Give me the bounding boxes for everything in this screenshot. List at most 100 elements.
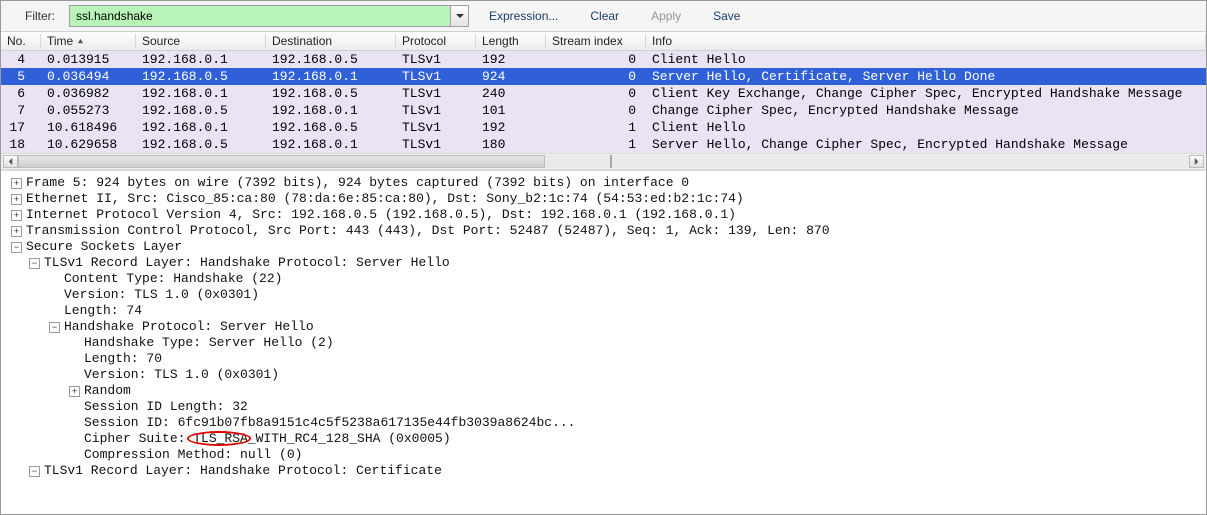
packet-cell: 924: [476, 69, 546, 84]
packet-cell: TLSv1: [396, 120, 476, 135]
tree-row[interactable]: + Random: [7, 383, 1200, 399]
tree-row[interactable]: −Secure Sockets Layer: [7, 239, 1200, 255]
packet-cell: TLSv1: [396, 86, 476, 101]
tree-row[interactable]: + Ethernet II, Src: Cisco_85:ca:80 (78:da…: [7, 191, 1200, 207]
packet-cell: 0: [546, 86, 646, 101]
col-time[interactable]: Time: [41, 34, 136, 48]
tree-row[interactable]: Session ID: 6fc91b07fb8a9151c4c5f5238a61…: [7, 415, 1200, 431]
expand-icon[interactable]: +: [11, 226, 22, 237]
packet-cell: 4: [1, 52, 41, 67]
col-length[interactable]: Length: [476, 34, 546, 48]
expand-icon[interactable]: +: [11, 210, 22, 221]
packet-cell: 192.168.0.1: [136, 52, 266, 67]
tree-row[interactable]: −Handshake Protocol: Server Hello: [7, 319, 1200, 335]
col-destination[interactable]: Destination: [266, 34, 396, 48]
packet-row[interactable]: 1810.629658192.168.0.5192.168.0.1TLSv118…: [1, 136, 1206, 153]
clear-button[interactable]: Clear: [578, 6, 631, 26]
tree-row[interactable]: Compression Method: null (0): [7, 447, 1200, 463]
packet-row[interactable]: 50.036494192.168.0.5192.168.0.1TLSv19240…: [1, 68, 1206, 85]
tree-label: TLSv1 Record Layer: Handshake Protocol: …: [44, 463, 442, 479]
tree-row[interactable]: + Frame 5: 924 bytes on wire (7392 bits),…: [7, 175, 1200, 191]
collapse-icon[interactable]: −: [29, 466, 40, 477]
packet-cell: TLSv1: [396, 103, 476, 118]
tree-label: Random: [84, 383, 131, 399]
packet-cell: 192.168.0.1: [136, 86, 266, 101]
packet-cell: TLSv1: [396, 52, 476, 67]
scroll-left-button[interactable]: [3, 155, 18, 168]
packet-cell: 0: [546, 103, 646, 118]
tree-label: Ethernet II, Src: Cisco_85:ca:80 (78:da:…: [26, 191, 744, 207]
tree-row[interactable]: Version: TLS 1.0 (0x0301): [7, 287, 1200, 303]
filter-toolbar: Filter: Expression... Clear Apply Save: [1, 1, 1206, 31]
packet-cell: 192.168.0.5: [266, 120, 396, 135]
tree-label: Transmission Control Protocol, Src Port:…: [26, 223, 830, 239]
col-source[interactable]: Source: [136, 34, 266, 48]
scroll-right-button[interactable]: [1189, 155, 1204, 168]
expand-icon[interactable]: +: [11, 178, 22, 189]
packet-cell: 0: [546, 69, 646, 84]
save-button[interactable]: Save: [701, 6, 752, 26]
tree-row[interactable]: Handshake Type: Server Hello (2): [7, 335, 1200, 351]
tree-row[interactable]: −TLSv1 Record Layer: Handshake Protocol:…: [7, 255, 1200, 271]
packet-cell: 192.168.0.5: [136, 137, 266, 152]
scroll-track[interactable]: [18, 155, 1189, 168]
tree-row[interactable]: +Internet Protocol Version 4, Src: 192.1…: [7, 207, 1200, 223]
packet-row[interactable]: 60.036982192.168.0.1192.168.0.5TLSv12400…: [1, 85, 1206, 102]
scroll-thumb[interactable]: [18, 155, 545, 168]
packet-cell: 0: [546, 52, 646, 67]
apply-button[interactable]: Apply: [639, 6, 693, 26]
packet-cell: 0.013915: [41, 52, 136, 67]
col-stream[interactable]: Stream index: [546, 34, 646, 48]
collapse-icon[interactable]: −: [29, 258, 40, 269]
packet-cell: 18: [1, 137, 41, 152]
tree-row[interactable]: Session ID Length: 32: [7, 399, 1200, 415]
packet-cell: Client Hello: [646, 52, 1206, 67]
collapse-icon[interactable]: −: [11, 242, 22, 253]
packet-cell: 192.168.0.1: [266, 69, 396, 84]
packet-cell: TLSv1: [396, 137, 476, 152]
packet-row[interactable]: 1710.618496192.168.0.1192.168.0.5TLSv119…: [1, 119, 1206, 136]
filter-combo[interactable]: [69, 5, 469, 27]
packet-cell: Client Hello: [646, 120, 1206, 135]
tree-row[interactable]: Length: 70: [7, 351, 1200, 367]
packet-cell: 17: [1, 120, 41, 135]
packet-list[interactable]: 40.013915192.168.0.1192.168.0.5TLSv11920…: [1, 51, 1206, 153]
packet-cell: 0.036982: [41, 86, 136, 101]
tree-row[interactable]: + Transmission Control Protocol, Src Port…: [7, 223, 1200, 239]
packet-details-tree[interactable]: + Frame 5: 924 bytes on wire (7392 bits),…: [1, 170, 1206, 479]
tree-row[interactable]: Version: TLS 1.0 (0x0301): [7, 367, 1200, 383]
packet-row[interactable]: 40.013915192.168.0.1192.168.0.5TLSv11920…: [1, 51, 1206, 68]
filter-dropdown-button[interactable]: [450, 6, 468, 26]
packet-cell: 192.168.0.1: [136, 120, 266, 135]
packet-cell: 192.168.0.1: [266, 103, 396, 118]
packet-row[interactable]: 70.055273192.168.0.5192.168.0.1TLSv11010…: [1, 102, 1206, 119]
packet-cell: 192.168.0.5: [136, 69, 266, 84]
col-no[interactable]: No.: [1, 34, 41, 48]
tree-label: Content Type: Handshake (22): [64, 271, 282, 287]
tree-label: Version: TLS 1.0 (0x0301): [84, 367, 279, 383]
col-info[interactable]: Info: [646, 34, 1206, 48]
packet-cell: 192: [476, 52, 546, 67]
tree-label: Handshake Type: Server Hello (2): [84, 335, 334, 351]
packet-list-hscroll[interactable]: [1, 153, 1206, 170]
filter-input[interactable]: [70, 6, 450, 26]
packet-cell: 10.629658: [41, 137, 136, 152]
tree-row[interactable]: Length: 74: [7, 303, 1200, 319]
collapse-icon[interactable]: −: [49, 322, 60, 333]
packet-cell: 1: [546, 137, 646, 152]
tree-label: TLSv1 Record Layer: Handshake Protocol: …: [44, 255, 450, 271]
tree-row[interactable]: −TLSv1 Record Layer: Handshake Protocol:…: [7, 463, 1200, 479]
tree-row[interactable]: Cipher Suite: TLS_RSA_WITH_RC4_128_SHA (…: [7, 431, 1200, 447]
col-protocol[interactable]: Protocol: [396, 34, 476, 48]
packet-cell: 10.618496: [41, 120, 136, 135]
expand-icon[interactable]: +: [69, 386, 80, 397]
tree-label: Frame 5: 924 bytes on wire (7392 bits), …: [26, 175, 689, 191]
packet-cell: 5: [1, 69, 41, 84]
packet-cell: 0.036494: [41, 69, 136, 84]
packet-cell: 240: [476, 86, 546, 101]
tree-row[interactable]: Content Type: Handshake (22): [7, 271, 1200, 287]
expand-icon[interactable]: +: [11, 194, 22, 205]
packet-cell: TLSv1: [396, 69, 476, 84]
expression-button[interactable]: Expression...: [477, 6, 570, 26]
packet-cell: 1: [546, 120, 646, 135]
